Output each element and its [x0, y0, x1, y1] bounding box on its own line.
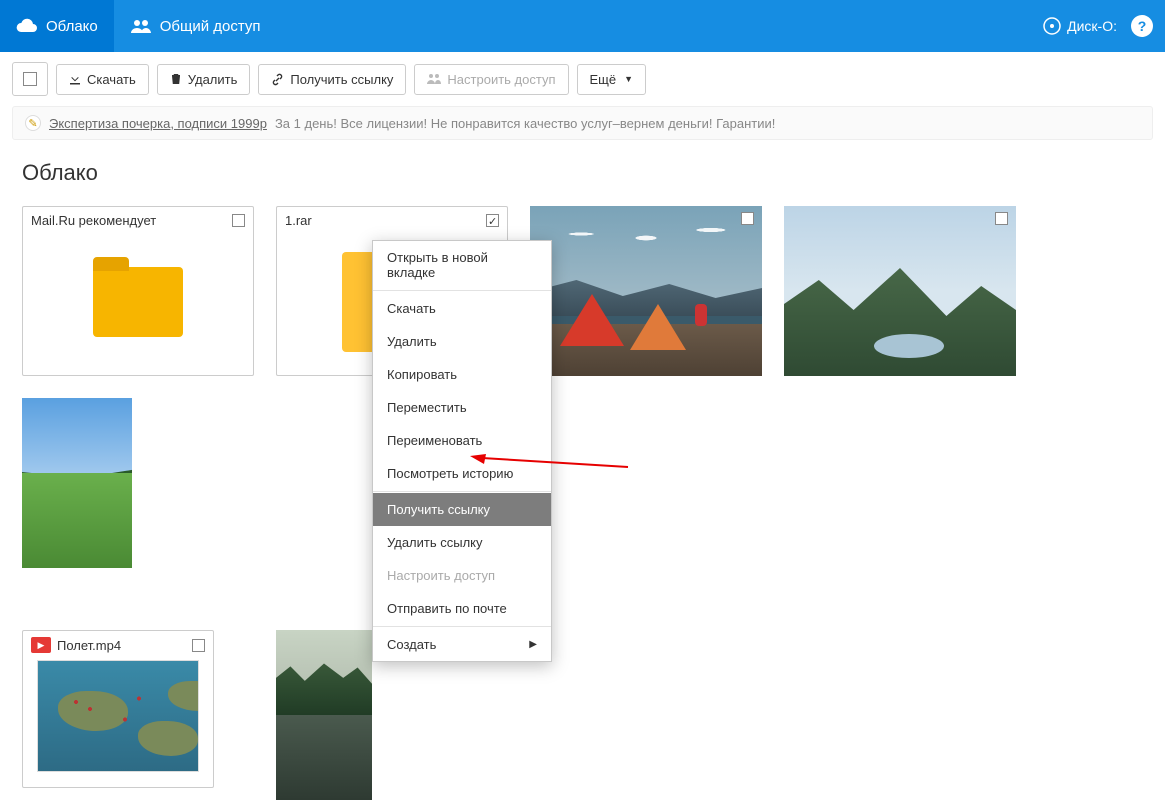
more-label: Ещё: [590, 72, 617, 87]
ctx-getlink[interactable]: Получить ссылку: [373, 493, 551, 526]
tile-video-checkbox[interactable]: [192, 639, 205, 652]
disk-icon: [1043, 17, 1061, 35]
nav-shared[interactable]: Общий доступ: [114, 0, 277, 52]
tile-recommend-label: Mail.Ru рекомендует: [31, 213, 156, 228]
ctx-dellink[interactable]: Удалить ссылку: [373, 526, 551, 559]
tile-hills-checkbox[interactable]: [995, 212, 1008, 225]
ctx-create[interactable]: Создать▶: [373, 628, 551, 661]
ctx-rename[interactable]: Переименовать: [373, 424, 551, 457]
top-nav: Облако Общий доступ Диск-О: ?: [0, 0, 1165, 52]
access-button: Настроить доступ: [414, 64, 568, 95]
getlink-label: Получить ссылку: [290, 72, 393, 87]
cloud-icon: [16, 18, 38, 34]
help-button[interactable]: ?: [1131, 15, 1153, 37]
tile-image-hills[interactable]: [784, 206, 1016, 376]
ctx-delete[interactable]: Удалить: [373, 325, 551, 358]
feather-icon: ✎: [25, 115, 41, 131]
folder-icon: [93, 267, 183, 337]
tile-image-meadow[interactable]: [22, 398, 132, 568]
select-all-checkbox[interactable]: [12, 62, 48, 96]
page-title: Облако: [0, 146, 1165, 196]
ctx-copy[interactable]: Копировать: [373, 358, 551, 391]
caret-down-icon: ▼: [624, 74, 633, 84]
ctx-sendmail[interactable]: Отправить по почте: [373, 592, 551, 625]
disk-o-link[interactable]: Диск-О:: [1043, 17, 1117, 35]
disk-label: Диск-О:: [1067, 18, 1117, 34]
nav-cloud-label: Облако: [46, 18, 98, 35]
delete-button[interactable]: Удалить: [157, 64, 251, 95]
tile-recommend-checkbox[interactable]: [232, 214, 245, 227]
people-grey-icon: [427, 73, 441, 85]
more-button[interactable]: Ещё ▼: [577, 64, 647, 95]
download-label: Скачать: [87, 72, 136, 87]
ctx-move[interactable]: Переместить: [373, 391, 551, 424]
context-menu: Открыть в новой вкладке Скачать Удалить …: [372, 240, 552, 662]
tile-video[interactable]: ▶ Полет.mp4: [22, 630, 214, 788]
tile-rar-label: 1.rar: [285, 213, 312, 228]
nav-shared-label: Общий доступ: [160, 18, 261, 35]
access-label: Настроить доступ: [447, 72, 555, 87]
people-icon: [130, 18, 152, 34]
delete-label: Удалить: [188, 72, 238, 87]
tile-recommend-folder[interactable]: Mail.Ru рекомендует: [22, 206, 254, 376]
download-icon: [69, 73, 81, 85]
tile-image-reflection[interactable]: [276, 630, 372, 800]
toolbar: Скачать Удалить Получить ссылку Настроит…: [0, 52, 1165, 106]
ctx-history[interactable]: Посмотреть историю: [373, 457, 551, 490]
tile-image-tents[interactable]: [530, 206, 762, 376]
tile-rar-checkbox[interactable]: [486, 214, 499, 227]
nav-cloud[interactable]: Облако: [0, 0, 114, 52]
ctx-download[interactable]: Скачать: [373, 292, 551, 325]
ctx-access: Настроить доступ: [373, 559, 551, 592]
ad-bar: ✎ Экспертиза почерка, подписи 1999р За 1…: [12, 106, 1153, 140]
chevron-right-icon: ▶: [529, 639, 537, 650]
ctx-open-new-tab[interactable]: Открыть в новой вкладке: [373, 241, 551, 289]
video-badge-icon: ▶: [31, 637, 51, 653]
getlink-button[interactable]: Получить ссылку: [258, 64, 406, 95]
link-icon: [271, 73, 284, 86]
ad-link[interactable]: Экспертиза почерка, подписи 1999р: [49, 116, 267, 131]
tile-video-label: Полет.mp4: [57, 638, 121, 653]
file-grid: Mail.Ru рекомендует 1.rar: [0, 196, 1165, 810]
trash-icon: [170, 73, 182, 85]
download-button[interactable]: Скачать: [56, 64, 149, 95]
ad-text: За 1 день! Все лицензии! Не понравится к…: [275, 116, 775, 131]
tile-tents-checkbox[interactable]: [741, 212, 754, 225]
